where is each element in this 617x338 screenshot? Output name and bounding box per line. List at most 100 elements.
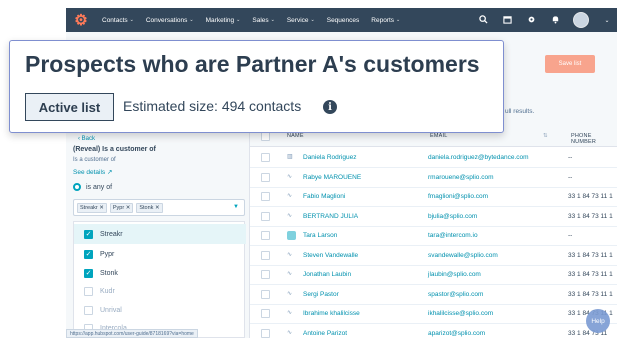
save-list-button[interactable]: Save list: [545, 55, 595, 73]
nav-contacts-label: Contacts: [102, 16, 128, 24]
row-checkbox[interactable]: [261, 309, 270, 318]
option-label: Kudr: [100, 287, 115, 295]
remove-icon[interactable]: ✕: [155, 205, 160, 211]
operator-label: is any of: [86, 183, 113, 191]
remove-icon[interactable]: ✕: [99, 205, 104, 211]
value-select[interactable]: Streakr ✕ Pypr ✕ Stonk ✕ ▼: [73, 199, 245, 216]
back-link[interactable]: ‹ Back: [78, 136, 95, 142]
tag-streakr-label: Streakr: [80, 204, 98, 211]
chevron-down-icon: ⌄: [189, 17, 194, 23]
contact-phone: 33 1 84 73 11 1: [568, 213, 613, 220]
contact-email[interactable]: spastor@splio.com: [428, 291, 483, 298]
option-streakr[interactable]: ✓ Streakr: [74, 224, 246, 244]
checkbox-checked-icon[interactable]: ✓: [84, 229, 93, 239]
contact-name-link[interactable]: Jonathan Laubin: [303, 271, 351, 278]
contact-email[interactable]: daniela.rodriguez@bytedance.com: [428, 154, 529, 161]
nav-sales[interactable]: Sales ⌄: [246, 17, 280, 24]
see-details-link[interactable]: See details ↗: [73, 168, 112, 176]
checkbox-icon[interactable]: [84, 305, 93, 315]
contact-name-link[interactable]: Daniela Rodriguez: [303, 154, 356, 161]
row-checkbox[interactable]: [261, 251, 270, 260]
contact-email[interactable]: bjulia@splio.com: [428, 213, 477, 220]
contact-phone: --: [568, 154, 573, 161]
splio-icon: ∿: [287, 213, 293, 219]
option-unrival[interactable]: Unrival: [74, 300, 246, 320]
contact-name-link[interactable]: Antoine Parizot: [303, 330, 347, 337]
chevron-down-icon: ⌄: [129, 17, 134, 23]
checkbox-checked-icon[interactable]: ✓: [84, 268, 93, 278]
settings-icon[interactable]: [525, 15, 537, 26]
row-checkbox[interactable]: [261, 192, 270, 201]
contact-name-link[interactable]: Tara Larson: [303, 232, 337, 239]
company-icon: ▥: [287, 154, 293, 160]
row-checkbox[interactable]: [261, 173, 270, 182]
see-details-label: See details: [73, 169, 106, 176]
remove-icon[interactable]: ✕: [126, 205, 131, 211]
option-pypr[interactable]: ✓ Pypr: [74, 244, 246, 264]
estimated-size: Estimated size: 494 contacts: [123, 98, 302, 114]
select-all-checkbox[interactable]: [261, 132, 270, 141]
contact-name-link[interactable]: Fabio Maglioni: [303, 193, 345, 200]
contact-email[interactable]: jlaubin@splio.com: [428, 271, 481, 278]
search-icon[interactable]: [477, 14, 489, 26]
column-header-phone[interactable]: PHONE NUMBER: [571, 133, 617, 145]
contact-email[interactable]: tara@intercom.io: [428, 232, 478, 239]
contact-email[interactable]: ikhalilcisse@splio.com: [428, 310, 493, 317]
nav-service-label: Service: [286, 16, 309, 24]
radio-selected-icon: [73, 183, 81, 191]
contact-phone: 33 1 84 73 11 1: [568, 271, 613, 278]
contact-name-link[interactable]: Sergi Pastor: [303, 291, 339, 298]
option-label: Unrival: [100, 306, 122, 314]
nav-marketing[interactable]: Marketing ⌄: [200, 17, 247, 24]
row-checkbox[interactable]: [261, 329, 270, 338]
contact-name-link[interactable]: Rabye MAROUENE: [303, 174, 361, 181]
nav-right-tools: ⌄: [477, 8, 613, 32]
chevron-down-icon[interactable]: ⌄: [601, 17, 613, 24]
hubspot-logo-icon[interactable]: ⚙: [66, 8, 96, 32]
splio-icon: ∿: [287, 271, 293, 277]
contact-phone: 33 1 84 73 11 1: [568, 291, 613, 298]
row-checkbox[interactable]: [261, 212, 270, 221]
nav-service[interactable]: Service ⌄: [281, 17, 321, 24]
option-label: Pypr: [100, 250, 115, 258]
option-list: ✓ Streakr ✓ Pypr ✓ Stonk Kudr Unrival In…: [73, 221, 246, 338]
row-checkbox[interactable]: [261, 270, 270, 279]
contact-email[interactable]: svandewalle@splio.com: [428, 252, 498, 259]
contact-email[interactable]: fmaglioni@splio.com: [428, 193, 488, 200]
contact-email[interactable]: rmarouene@splio.com: [428, 174, 494, 181]
caret-down-icon[interactable]: ▼: [233, 204, 239, 210]
nav-contacts[interactable]: Contacts ⌄: [96, 17, 140, 24]
help-button[interactable]: Help: [586, 309, 610, 333]
chevron-down-icon: ⌄: [396, 17, 401, 23]
checkbox-checked-icon[interactable]: ✓: [84, 249, 93, 259]
option-kudr[interactable]: Kudr: [74, 281, 246, 301]
nav-conversations[interactable]: Conversations ⌄: [140, 17, 200, 24]
avatar[interactable]: [573, 12, 589, 28]
row-checkbox[interactable]: [261, 290, 270, 299]
checkbox-icon[interactable]: [84, 286, 93, 296]
contact-phone: 33 1 84 73 11 1: [568, 193, 613, 200]
marketplace-icon[interactable]: [501, 15, 513, 26]
splio-icon: ∿: [287, 252, 293, 258]
notifications-icon[interactable]: [549, 15, 561, 26]
info-icon[interactable]: i: [323, 100, 337, 114]
operator-radio[interactable]: is any of: [73, 183, 112, 191]
contact-name-link[interactable]: Ibrahime khalilcisse: [303, 310, 360, 317]
contact-name-link[interactable]: BERTRAND JULIA: [303, 213, 358, 220]
row-checkbox[interactable]: [261, 153, 270, 162]
column-header-email[interactable]: EMAIL: [430, 133, 448, 139]
nav-sequences[interactable]: Sequences: [321, 17, 366, 24]
contact-name-link[interactable]: Steven Vandewalle: [303, 252, 358, 259]
option-stonk[interactable]: ✓ Stonk: [74, 263, 246, 283]
splio-icon: ∿: [287, 291, 293, 297]
sort-icon[interactable]: ⇅: [543, 133, 548, 139]
nav-sales-label: Sales: [252, 16, 269, 24]
back-label: Back: [81, 136, 96, 142]
column-header-name[interactable]: NAME: [287, 133, 304, 139]
contact-email[interactable]: aparizot@splio.com: [428, 330, 485, 337]
nav-marketing-label: Marketing: [205, 16, 235, 24]
nav-reports-label: Reports: [371, 16, 395, 24]
filter-title: (Reveal) Is a customer of: [73, 146, 156, 153]
row-checkbox[interactable]: [261, 231, 270, 240]
nav-reports[interactable]: Reports ⌄: [365, 17, 406, 24]
